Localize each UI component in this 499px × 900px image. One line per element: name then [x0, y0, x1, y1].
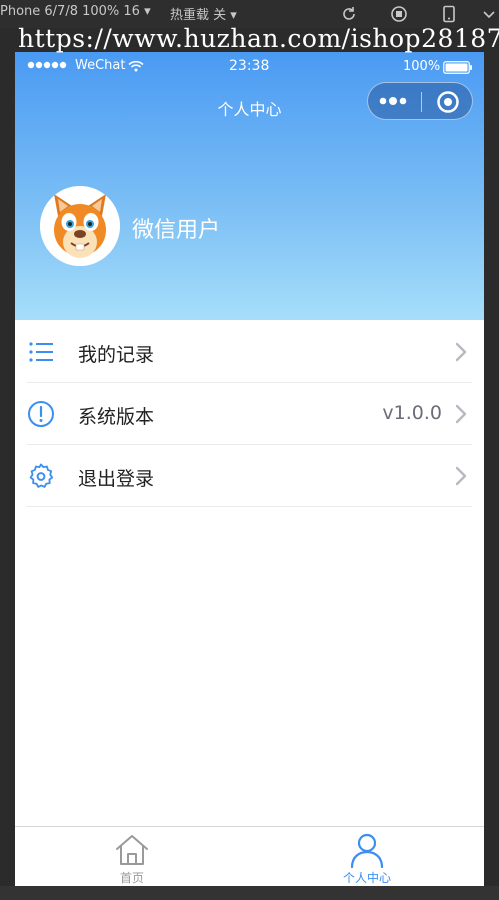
info-icon: [28, 401, 54, 427]
chevron-right-icon: [455, 404, 467, 424]
close-target-icon[interactable]: [436, 90, 460, 114]
tab-label-home: 首页: [119, 871, 144, 885]
carrier-name: WeChat: [75, 58, 126, 73]
battery-icon: [443, 61, 472, 74]
list-icon: [29, 342, 53, 362]
refresh-icon[interactable]: [340, 5, 358, 23]
menu-item-label: 退出登录: [78, 468, 155, 490]
wifi-icon: [128, 60, 144, 72]
menu-item-label: 系统版本: [78, 406, 155, 428]
status-bar: WeChat 23:38 100%: [15, 52, 484, 82]
device-selector[interactable]: Phone 6/7/8 100% 16 ▾: [0, 4, 151, 19]
squirrel-avatar-icon: [40, 186, 120, 266]
user-icon: [350, 833, 384, 868]
menu-item-version[interactable]: 系统版本 v1.0.0: [15, 383, 484, 445]
version-value: v1.0.0: [382, 402, 442, 424]
battery-percent: 100%: [403, 59, 441, 74]
username: 微信用户: [132, 218, 221, 243]
phone-preview-icon[interactable]: [440, 5, 458, 23]
menu-item-logout[interactable]: 退出登录: [15, 445, 484, 507]
menu-item-records[interactable]: 我的记录: [15, 321, 484, 383]
tab-label-profile: 个人中心: [342, 871, 391, 885]
menu-item-label: 我的记录: [78, 344, 155, 366]
home-icon: [116, 835, 148, 865]
tab-home[interactable]: 首页: [15, 827, 249, 886]
chevron-right-icon: [455, 466, 467, 486]
hot-reload-toggle[interactable]: 热重载 关 ▾: [170, 4, 237, 23]
settings-gear-icon: [29, 463, 54, 488]
phone-screen: WeChat 23:38 100% 个人中心 微信用户 我的记录 系统版本 v1…: [15, 52, 484, 886]
miniprogram-capsule: [367, 82, 473, 120]
signal-icon: [27, 61, 67, 69]
ide-bottom-strip: [0, 886, 499, 900]
chevron-down-icon[interactable]: [480, 5, 498, 23]
tab-profile[interactable]: 个人中心: [250, 827, 484, 886]
more-dots-icon[interactable]: [378, 92, 412, 110]
avatar[interactable]: [40, 186, 120, 266]
chevron-right-icon: [455, 342, 467, 362]
watermark-url: https://www.huzhan.com/ishop28187: [18, 24, 499, 53]
profile-header: WeChat 23:38 100% 个人中心 微信用户: [15, 52, 484, 320]
stop-icon[interactable]: [390, 5, 408, 23]
capsule-divider: [421, 92, 422, 112]
tab-bar: 首页 个人中心: [15, 826, 484, 886]
status-time: 23:38: [229, 58, 270, 74]
divider: [27, 506, 472, 507]
